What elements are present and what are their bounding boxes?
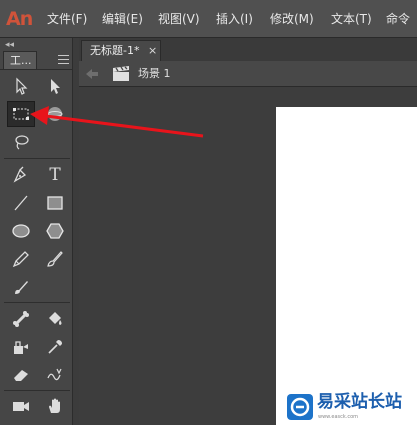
oval-tool[interactable]	[7, 218, 35, 244]
close-icon[interactable]: ×	[148, 41, 157, 60]
rectangle-tool[interactable]	[41, 190, 69, 216]
3d-rotation-tool[interactable]	[41, 101, 69, 127]
tool-group-divider	[4, 158, 70, 159]
width-icon	[47, 368, 62, 381]
clapperboard-icon	[113, 66, 129, 81]
lasso-tool[interactable]	[7, 129, 35, 155]
animate-logo: An	[6, 8, 33, 30]
hand-icon	[49, 398, 60, 413]
brush-icon	[15, 281, 28, 294]
watermark-title: 易采站长站	[317, 392, 402, 412]
bone-tool[interactable]	[7, 306, 35, 332]
selection-tool[interactable]	[7, 73, 35, 99]
watermark-subtitle: www.easck.com	[318, 414, 359, 420]
text-icon: T	[49, 165, 61, 185]
rectangle-icon	[47, 196, 63, 210]
free-transform-tool[interactable]	[7, 101, 35, 127]
camera-icon	[13, 402, 29, 411]
paint-bucket-icon	[49, 312, 62, 325]
document-tab[interactable]: 无标题-1* ×	[81, 40, 161, 61]
brush-tool[interactable]	[7, 274, 35, 300]
tools-panel-tab[interactable]: 工...	[3, 51, 37, 69]
back-arrow-icon[interactable]	[85, 67, 99, 81]
selection-arrow-icon	[16, 77, 28, 95]
menu-modify[interactable]: 修改(M)	[270, 10, 314, 28]
edit-bar: 场景 1	[79, 61, 417, 87]
menu-file[interactable]: 文件(F)	[47, 10, 87, 28]
menu-commands[interactable]: 命令	[386, 10, 410, 28]
eyedropper-tool[interactable]	[41, 334, 69, 360]
width-tool[interactable]	[41, 362, 69, 388]
pencil-icon	[12, 251, 29, 268]
subselection-arrow-icon	[51, 79, 60, 94]
collapse-panel-icon[interactable]: ◂◂	[5, 40, 14, 50]
ink-bottle-tool[interactable]	[7, 334, 35, 360]
line-icon	[14, 195, 28, 211]
oval-icon	[12, 224, 30, 238]
eraser-icon	[14, 370, 28, 381]
pencil-tool[interactable]	[7, 246, 35, 272]
watermark-logo-icon	[287, 394, 313, 420]
menu-edit[interactable]: 编辑(E)	[102, 10, 143, 28]
paint-brush-tool[interactable]	[41, 246, 69, 272]
stage-canvas[interactable]	[276, 107, 417, 425]
text-tool[interactable]: T	[41, 162, 69, 188]
panel-divider	[0, 69, 73, 70]
polystar-icon	[46, 223, 64, 239]
pen-icon	[13, 166, 27, 183]
polystar-tool[interactable]	[41, 218, 69, 244]
paint-brush-icon	[47, 251, 63, 267]
paint-bucket-tool[interactable]	[41, 306, 69, 332]
free-transform-icon	[13, 108, 29, 120]
menu-bar: An 文件(F) 编辑(E) 视图(V) 插入(I) 修改(M) 文本(T) 命…	[0, 0, 417, 38]
camera-tool[interactable]	[7, 393, 35, 419]
tools-panel: ◂◂ 工... T	[0, 38, 73, 425]
scene-label[interactable]: 场景 1	[138, 66, 171, 82]
menu-text[interactable]: 文本(T)	[331, 10, 372, 28]
menu-view[interactable]: 视图(V)	[158, 10, 200, 28]
bone-icon	[13, 311, 29, 327]
eraser-tool[interactable]	[7, 362, 35, 388]
menu-insert[interactable]: 插入(I)	[216, 10, 253, 28]
3d-rotation-icon	[47, 107, 63, 121]
watermark: 易采站长站 www.easck.com	[283, 390, 417, 425]
document-tab-title: 无标题-1*	[90, 44, 140, 57]
line-tool[interactable]	[7, 190, 35, 216]
pen-tool[interactable]	[7, 162, 35, 188]
panel-menu-icon[interactable]	[58, 55, 69, 64]
document-tab-bar: 无标题-1* ×	[79, 38, 417, 61]
tool-group-divider	[4, 302, 70, 303]
hand-tool[interactable]	[41, 393, 69, 419]
subselection-tool[interactable]	[41, 73, 69, 99]
eyedropper-icon	[48, 340, 62, 354]
ink-bottle-icon	[14, 341, 28, 354]
tool-group-divider	[4, 390, 70, 391]
lasso-icon	[15, 135, 29, 150]
